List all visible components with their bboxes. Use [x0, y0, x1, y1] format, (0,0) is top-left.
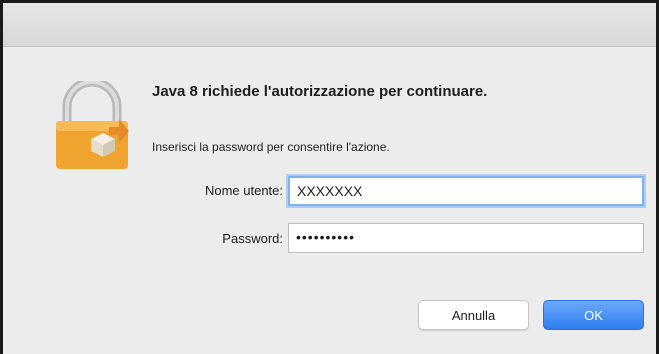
dialog-heading: Java 8 richiede l'autorizzazione per con…: [152, 83, 488, 100]
ok-button[interactable]: OK: [543, 300, 644, 330]
title-bar[interactable]: [3, 3, 656, 47]
padlock-icon: [56, 81, 129, 169]
dialog-subtext: Inserisci la password per consentire l'a…: [152, 140, 390, 154]
auth-dialog: Java 8 richiede l'autorizzazione per con…: [0, 0, 659, 354]
password-field[interactable]: ••••••••••: [288, 223, 644, 253]
cancel-button[interactable]: Annulla: [418, 300, 529, 330]
password-label: Password:: [222, 231, 283, 246]
username-field[interactable]: XXXXXXX: [288, 176, 644, 206]
username-label: Nome utente:: [204, 183, 283, 198]
